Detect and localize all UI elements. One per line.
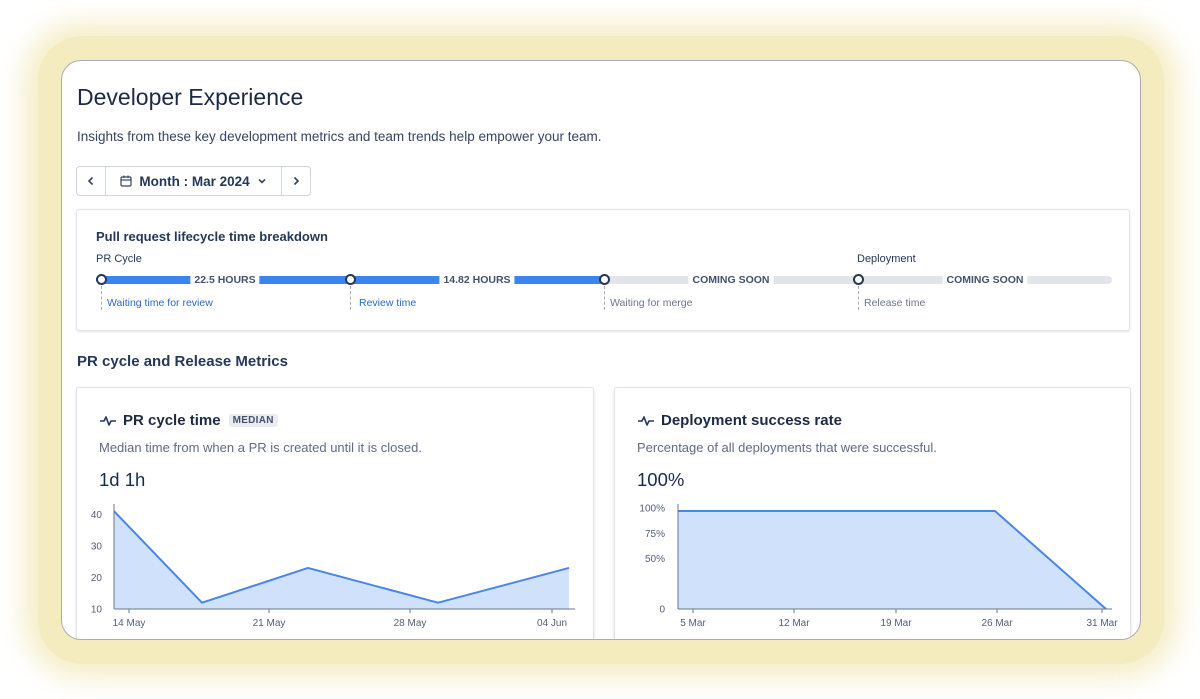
x-tick-label: 21 May [253, 618, 286, 629]
period-selector: Month : Mar 2024 [76, 166, 311, 196]
y-tick-label: 40 [91, 510, 103, 521]
stage-bar-waiting-review: 22.5 HOURS [100, 272, 350, 288]
y-tick-label: 10 [91, 605, 103, 616]
stage-duration: 14.82 HOURS [439, 272, 515, 288]
stage-divider [858, 286, 859, 310]
y-tick-label: 75% [645, 529, 665, 540]
calendar-icon [120, 175, 132, 187]
next-month-button[interactable] [281, 167, 310, 195]
app-window: Developer Experience Insights from these… [61, 60, 1141, 640]
previous-month-button[interactable] [77, 167, 106, 195]
chart-area-fill [678, 511, 1106, 609]
y-tick-label: 50% [645, 554, 665, 565]
stage-duration: COMING SOON [688, 272, 774, 288]
pr-cycle-description: Median time from when a PR is created un… [99, 440, 422, 455]
pulse-icon [100, 415, 116, 426]
stage-duration: COMING SOON [942, 272, 1028, 288]
x-tick-label: 28 May [394, 618, 427, 629]
y-tick-label: 20 [91, 573, 103, 584]
page-title: Developer Experience [77, 84, 304, 110]
stage-divider [604, 286, 605, 310]
stage-bar-release: COMING SOON [858, 272, 1112, 288]
stage-divider [350, 286, 351, 310]
y-tick-label: 100% [639, 504, 665, 515]
median-badge: MEDIAN [228, 414, 278, 427]
stage-node [599, 274, 610, 285]
y-tick-label: 0 [659, 605, 665, 616]
pr-cycle-title: PR cycle time [123, 412, 221, 429]
page-subtitle: Insights from these key development metr… [77, 129, 602, 144]
stage-node [345, 274, 356, 285]
stage-node [96, 274, 107, 285]
x-tick-label: 26 Mar [981, 618, 1013, 629]
chart-area-fill [114, 511, 569, 609]
pr-cycle-card: PR cycle time MEDIAN Median time from wh… [76, 387, 594, 639]
group-label-pr-cycle: PR Cycle [96, 253, 142, 265]
x-tick-label: 5 Mar [680, 618, 706, 629]
stage-label-waiting-merge: Waiting for merge [610, 297, 693, 309]
month-dropdown[interactable]: Month : Mar 2024 [106, 167, 281, 195]
stage-bar-review: 14.82 HOURS [350, 272, 604, 288]
lifecycle-title: Pull request lifecycle time breakdown [96, 229, 328, 244]
chevron-left-icon [87, 176, 94, 186]
stage-divider [101, 286, 102, 310]
stage-link-review[interactable]: Review time [359, 297, 416, 309]
stage-duration: 22.5 HOURS [190, 272, 260, 288]
stage-node [853, 274, 864, 285]
x-tick-label: 04 Jun [537, 618, 567, 629]
x-tick-label: 12 Mar [778, 618, 810, 629]
chevron-right-icon [293, 176, 300, 186]
y-tick-label: 30 [91, 541, 103, 552]
stage-link-waiting-review[interactable]: Waiting time for review [107, 297, 213, 309]
pr-cycle-chart: 10 20 30 40 14 May 21 May 28 May 04 Jun [91, 504, 575, 629]
stage-label-release: Release time [864, 297, 926, 309]
group-label-deployment: Deployment [857, 253, 916, 265]
deployment-chart: 0 50% 75% 100% 5 Mar 12 Mar 19 Mar 26 Mar 31 Mar [639, 504, 1118, 630]
section-title: PR cycle and Release Metrics [77, 353, 288, 370]
lifecycle-card: Pull request lifecycle time breakdown PR… [76, 209, 1130, 331]
x-tick-label: 31 Mar [1086, 618, 1118, 629]
month-label: Month : Mar 2024 [139, 173, 250, 189]
stage-bar-waiting-merge: COMING SOON [604, 272, 858, 288]
x-tick-label: 14 May [113, 618, 146, 629]
deployment-card: Deployment success rate Percentage of al… [614, 387, 1131, 639]
pulse-icon [638, 415, 654, 426]
deployment-description: Percentage of all deployments that were … [637, 440, 937, 455]
deployment-title: Deployment success rate [661, 412, 842, 429]
chevron-down-icon [258, 178, 266, 184]
x-tick-label: 19 Mar [880, 618, 912, 629]
